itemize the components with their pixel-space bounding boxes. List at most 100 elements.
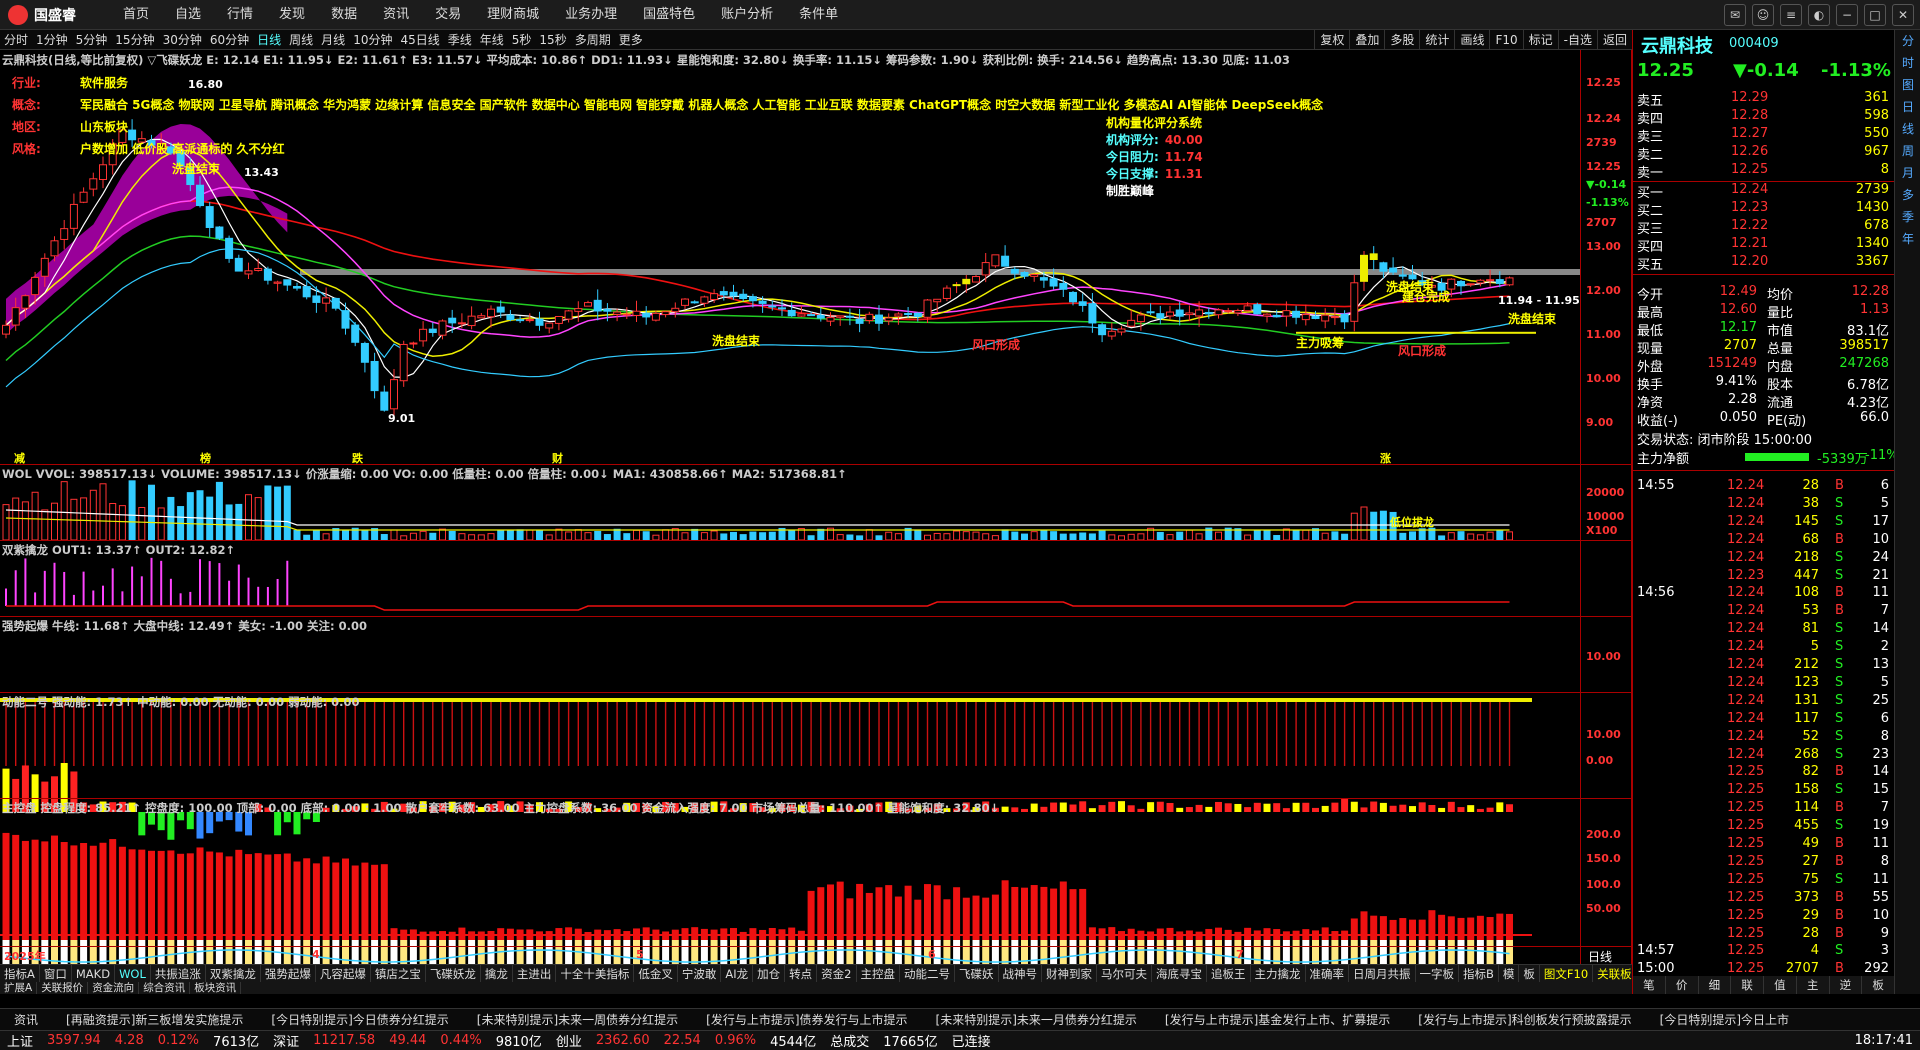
- menu-item[interactable]: 行情: [214, 0, 266, 30]
- news-item[interactable]: [未来特别提示]未来一月债券分红提示: [922, 1011, 1151, 1028]
- indicator-tab[interactable]: 准确率: [1306, 965, 1349, 982]
- menu-item[interactable]: 业务办理: [552, 0, 630, 30]
- indicator-tab[interactable]: 飞碟妖: [955, 965, 999, 982]
- menu-item[interactable]: 资讯: [370, 0, 422, 30]
- sidebar-item[interactable]: 时: [1895, 52, 1920, 74]
- indicator-tab[interactable]: 模: [1499, 965, 1520, 982]
- menu-item[interactable]: 国盛特色: [630, 0, 708, 30]
- quote-tab[interactable]: 价: [1666, 976, 1699, 994]
- sidebar-item[interactable]: 季: [1895, 206, 1920, 228]
- sidebar-item[interactable]: 月: [1895, 162, 1920, 184]
- toolbar-button[interactable]: -自选: [1557, 30, 1597, 50]
- close-icon[interactable]: ✕: [1892, 4, 1914, 26]
- toolbar-button[interactable]: 叠加: [1349, 30, 1384, 50]
- ask-row[interactable]: 卖四 12.28 598: [1633, 108, 1895, 127]
- menu-item[interactable]: 数据: [318, 0, 370, 30]
- ask-row[interactable]: 卖二 12.26 967: [1633, 144, 1895, 163]
- toolbar-button[interactable]: 复权: [1314, 30, 1349, 50]
- app-logo[interactable]: 国盛睿: [0, 0, 110, 30]
- indicator-tab[interactable]: 资金2: [817, 965, 857, 982]
- period-tab[interactable]: 30分钟: [159, 31, 206, 48]
- indicator-tab[interactable]: 主控盘: [857, 965, 900, 982]
- ask-row[interactable]: 卖三 12.27 550: [1633, 126, 1895, 145]
- indicator-tab[interactable]: 加仓: [753, 965, 786, 982]
- menu-item[interactable]: 首页: [110, 0, 162, 30]
- sidebar-item[interactable]: 年: [1895, 228, 1920, 250]
- bid-row[interactable]: 买二 12.23 1430: [1633, 200, 1895, 219]
- news-item[interactable]: [发行与上市提示]科创板发行预披露提示: [1404, 1011, 1645, 1028]
- ask-row[interactable]: 卖五 12.29 361: [1633, 90, 1895, 109]
- indicator-tab[interactable]: WOL: [115, 965, 151, 982]
- toolbar-button[interactable]: F10: [1489, 30, 1522, 50]
- toolbar-button[interactable]: 画线: [1454, 30, 1489, 50]
- bid-row[interactable]: 买四 12.21 1340: [1633, 236, 1895, 255]
- indicator-tab[interactable]: 双紫擒龙: [206, 965, 261, 982]
- indicator-tab[interactable]: 日周月共振: [1349, 965, 1416, 982]
- extension-tab[interactable]: 资金流向: [88, 982, 140, 994]
- period-tab[interactable]: 周线: [285, 31, 317, 48]
- indicator-tab[interactable]: 凡容起爆: [316, 965, 371, 982]
- indicator-tab[interactable]: 镇店之宝: [371, 965, 426, 982]
- sidebar-item[interactable]: 线: [1895, 118, 1920, 140]
- menu-icon[interactable]: ≡: [1780, 4, 1802, 26]
- period-tab[interactable]: 1分钟: [32, 31, 72, 48]
- indicator-tab[interactable]: 飞碟妖龙: [426, 965, 481, 982]
- minimize-icon[interactable]: −: [1836, 4, 1858, 26]
- indicator-tab[interactable]: 转点: [785, 965, 818, 982]
- extension-tab[interactable]: 综合资讯: [139, 982, 191, 994]
- indicator-tab[interactable]: 宁波敢: [678, 965, 722, 982]
- indicator-tab[interactable]: 共振追涨: [151, 965, 206, 982]
- indicator-tab[interactable]: 一字板: [1416, 965, 1459, 982]
- period-tab[interactable]: 5秒: [508, 31, 536, 48]
- indicator-tab[interactable]: 擒龙: [481, 965, 513, 982]
- bid-row[interactable]: 买一 12.24 2739: [1633, 182, 1895, 201]
- indicator-tab[interactable]: 十全十美指标: [556, 965, 635, 982]
- period-tab[interactable]: 分时: [0, 31, 32, 48]
- news-item[interactable]: [今日特别提示]今日债券分红提示: [257, 1011, 462, 1028]
- indicator-tab[interactable]: 财神到家: [1042, 965, 1097, 982]
- toolbar-button[interactable]: 多股: [1384, 30, 1419, 50]
- skin-icon[interactable]: ◐: [1808, 4, 1830, 26]
- period-tab[interactable]: 45日线: [396, 31, 443, 48]
- period-tab[interactable]: 60分钟: [206, 31, 253, 48]
- news-item[interactable]: 资讯: [0, 1011, 52, 1028]
- quote-tab[interactable]: 值: [1764, 976, 1797, 994]
- menu-item[interactable]: 发现: [266, 0, 318, 30]
- menu-item[interactable]: 交易: [422, 0, 474, 30]
- indicator-tab[interactable]: 指标A: [0, 965, 40, 982]
- period-tab[interactable]: 多周期: [571, 31, 615, 48]
- period-tab[interactable]: 5分钟: [72, 31, 112, 48]
- extension-tab[interactable]: 扩展A: [0, 982, 38, 994]
- period-tab[interactable]: 月线: [317, 31, 349, 48]
- sidebar-item[interactable]: 多: [1895, 184, 1920, 206]
- period-tab[interactable]: 季线: [444, 31, 476, 48]
- maximize-icon[interactable]: □: [1864, 4, 1886, 26]
- indicator-tab[interactable]: MAKD: [72, 965, 116, 982]
- quote-tab[interactable]: 联: [1731, 976, 1764, 994]
- quote-tab[interactable]: 细: [1699, 976, 1732, 994]
- sidebar-item[interactable]: 图: [1895, 74, 1920, 96]
- indicator-tab[interactable]: 低金叉: [634, 965, 678, 982]
- sidebar-item[interactable]: 日: [1895, 96, 1920, 118]
- extension-tab[interactable]: 板块资讯: [190, 982, 242, 994]
- chart-tab[interactable]: 图文F10: [1540, 965, 1594, 982]
- indicator-tab[interactable]: 战神号: [999, 965, 1042, 982]
- period-tab[interactable]: 15分钟: [111, 31, 158, 48]
- sidebar-item[interactable]: 分: [1895, 30, 1920, 52]
- indicator-tab[interactable]: 指标B: [1459, 965, 1499, 982]
- toolbar-button[interactable]: 标记: [1522, 30, 1558, 50]
- news-item[interactable]: [发行与上市提示]债券发行与上市提示: [692, 1011, 921, 1028]
- indicator-tab[interactable]: 窗口: [40, 965, 72, 982]
- period-tab[interactable]: 15秒: [535, 31, 570, 48]
- quote-tab[interactable]: 板: [1862, 976, 1895, 994]
- period-tab[interactable]: 10分钟: [349, 31, 396, 48]
- quote-tab[interactable]: 笔: [1633, 976, 1666, 994]
- sidebar-item[interactable]: 周: [1895, 140, 1920, 162]
- indicator-tab[interactable]: 追板王: [1207, 965, 1251, 982]
- extension-tab[interactable]: 关联报价: [37, 982, 89, 994]
- indicator-tab[interactable]: 强势起爆: [261, 965, 316, 982]
- bid-row[interactable]: 买三 12.22 678: [1633, 218, 1895, 237]
- indicator-tab[interactable]: 主力擒龙: [1251, 965, 1306, 982]
- indicator-tab[interactable]: 动能二号: [900, 965, 955, 982]
- ask-row[interactable]: 卖一 12.25 8: [1633, 162, 1895, 181]
